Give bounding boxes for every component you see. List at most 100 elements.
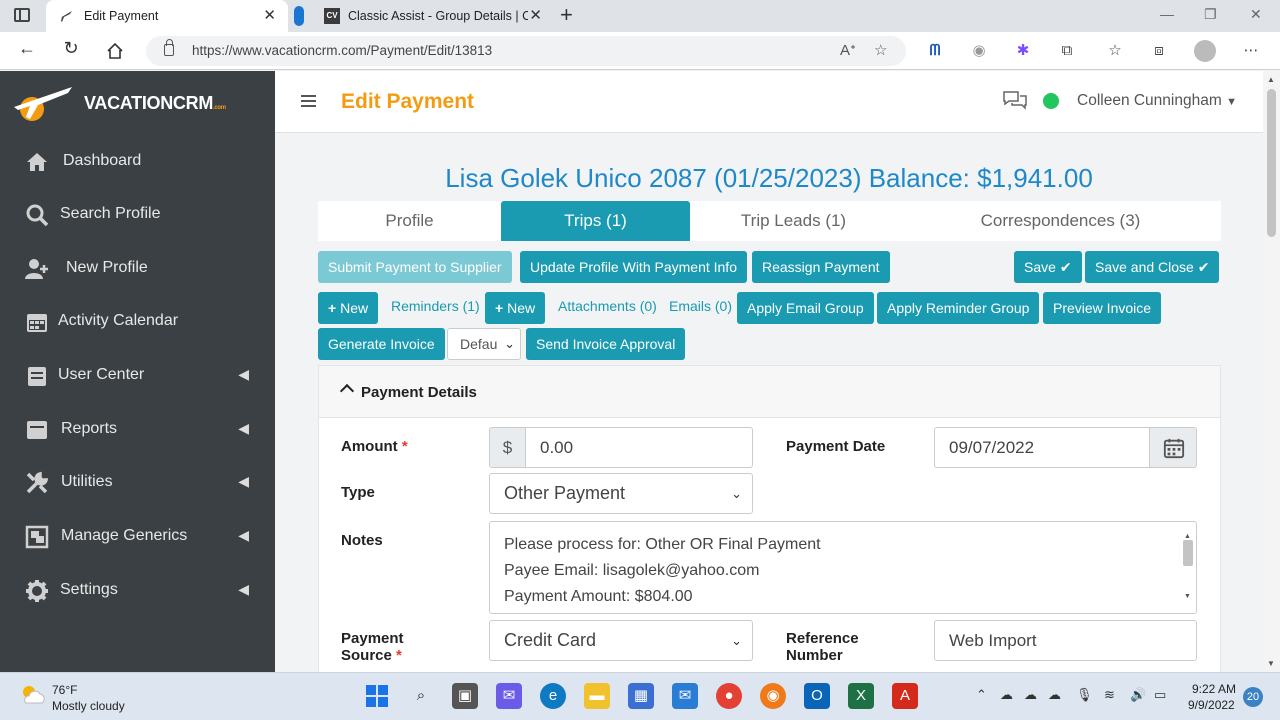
cloud-sync-icon[interactable]: ☁ (1048, 687, 1061, 703)
notes-label: Notes (341, 532, 383, 549)
chat-icon[interactable] (1002, 89, 1028, 111)
notification-badge[interactable]: 20 (1243, 687, 1263, 707)
close-tab-icon[interactable]: ✕ (529, 0, 542, 32)
sidebar-item-activity-calendar[interactable]: Activity Calendar (0, 296, 275, 349)
back-icon[interactable]: ← (14, 38, 40, 59)
windows-start-icon[interactable] (364, 683, 390, 709)
outlook-icon[interactable]: O (804, 683, 830, 709)
preview-invoice-button[interactable]: Preview Invoice (1043, 292, 1162, 324)
user-menu[interactable]: Colleen Cunningham ▼ (1077, 92, 1237, 110)
clock-date[interactable]: 9/9/2022 (1188, 698, 1235, 712)
sidebar-item-label: Reports (61, 420, 118, 437)
reassign-payment-button[interactable]: Reassign Payment (752, 251, 890, 283)
tools-icon (26, 471, 49, 494)
favorite-add-icon[interactable]: ☆ (874, 41, 887, 59)
apply-email-group-button[interactable]: Apply Email Group (737, 292, 874, 324)
more-menu-icon[interactable]: ⋯ (1240, 40, 1262, 62)
emails-link[interactable]: Emails (0) (669, 298, 732, 314)
amount-label: Amount * (341, 438, 408, 455)
firefox-icon[interactable]: ◉ (760, 683, 786, 709)
browser-tab-edit-payment[interactable]: Edit Payment ✕ (46, 0, 288, 32)
page-scrollbar[interactable]: ▲ ▼ (1263, 71, 1280, 672)
clock-time[interactable]: 9:22 AM (1192, 682, 1236, 696)
read-aloud-icon[interactable]: Aᐩ (840, 41, 856, 59)
favorites-icon[interactable]: ☆ (1104, 40, 1126, 62)
submit-payment-to-supplier-button[interactable]: Submit Payment to Supplier (318, 251, 512, 283)
caret-down-icon: ▼ (1226, 96, 1237, 108)
store-icon[interactable]: ▦ (628, 683, 654, 709)
task-view-icon[interactable]: ▣ (452, 683, 478, 709)
reminders-link[interactable]: Reminders (1) (391, 298, 480, 314)
edge-browser-icon[interactable]: e (540, 683, 566, 709)
chrome-icon[interactable]: ● (716, 683, 742, 709)
currency-addon: $ (489, 427, 526, 468)
home-browser-icon[interactable] (106, 42, 124, 60)
tab-trip-leads[interactable]: Trip Leads (1) (690, 201, 897, 241)
notes-scrollbar[interactable]: ▲ ▼ (1182, 524, 1194, 610)
sidebar-item-user-center[interactable]: User Center ◀ (0, 350, 275, 403)
chevron-left-icon: ◀ (238, 420, 249, 436)
acrobat-icon[interactable]: A (892, 683, 918, 709)
type-select[interactable]: Other Payment ⌄ (489, 473, 753, 514)
extension-burst-icon[interactable]: ✱ (1012, 40, 1034, 62)
sidebar-item-utilities[interactable]: Utilities ◀ (0, 457, 275, 510)
date-picker-button[interactable] (1149, 427, 1197, 468)
mail-icon[interactable]: ✉ (672, 683, 698, 709)
tab-correspondences[interactable]: Correspondences (3) (918, 201, 1203, 241)
sidebar-item-search-profile[interactable]: Search Profile (0, 189, 275, 242)
save-and-close-button[interactable]: Save and Close ✔ (1085, 251, 1220, 283)
cloud-icon[interactable]: ☁ (1024, 687, 1037, 703)
minimize-icon[interactable]: — (1160, 6, 1174, 22)
weather-desc: Mostly cloudy (52, 699, 125, 713)
microphone-icon[interactable]: 🎙 (1076, 687, 1093, 703)
new-tab-icon[interactable]: + (560, 2, 573, 28)
panel-header[interactable]: Payment Details (319, 366, 1220, 418)
hamburger-menu-icon[interactable] (301, 95, 316, 107)
url-bar[interactable]: https://www.vacationcrm.com/Payment/Edit… (146, 36, 906, 66)
reference-number-input[interactable]: Web Import (934, 620, 1197, 661)
tab-profile[interactable]: Profile (318, 201, 501, 241)
profile-avatar[interactable] (1194, 40, 1216, 62)
collections-icon[interactable]: ⧈ (1148, 40, 1170, 62)
file-explorer-icon[interactable]: ▬ (584, 683, 610, 709)
update-profile-button[interactable]: Update Profile With Payment Info (520, 251, 747, 283)
notes-textarea[interactable]: Please process for: Other OR Final Payme… (489, 521, 1197, 614)
sidebar-item-settings[interactable]: Settings ◀ (0, 565, 275, 618)
attachments-link[interactable]: Attachments (0) (558, 298, 657, 314)
sidebar-item-new-profile[interactable]: New Profile (0, 243, 275, 296)
search-icon[interactable]: ⌕ (408, 683, 434, 709)
onedrive-icon[interactable]: ☁ (1000, 687, 1013, 703)
refresh-icon[interactable]: ↻ (58, 38, 84, 59)
extension-grey-icon[interactable]: ◉ (968, 40, 990, 62)
battery-icon[interactable]: ▭ (1154, 687, 1166, 703)
payment-date-input[interactable]: 09/07/2022 (934, 427, 1150, 468)
browser-tab-classic-assist[interactable]: CV Classic Assist - Group Details | Cl ✕ (290, 0, 550, 32)
sidebar-item-reports[interactable]: Reports ◀ (0, 404, 275, 457)
tab-trips[interactable]: Trips (1) (501, 201, 690, 241)
page-header: Edit Payment Colleen Cunningham ▼ (275, 71, 1263, 133)
sidebar-item-dashboard[interactable]: Dashboard (0, 136, 275, 189)
invoice-template-select[interactable]: Defau ⌄ (447, 328, 521, 360)
extension-m-icon[interactable]: ᗰ (924, 40, 946, 62)
teams-chat-icon[interactable]: ✉ (496, 683, 522, 709)
close-tab-icon[interactable]: ✕ (263, 0, 276, 32)
extensions-puzzle-icon[interactable]: ⧉ (1056, 40, 1078, 62)
send-invoice-approval-button[interactable]: Send Invoice Approval (526, 328, 686, 360)
new-attachment-button[interactable]: + New (485, 292, 546, 324)
cloudy-weather-icon[interactable] (20, 683, 46, 705)
wifi-icon[interactable]: ≋ (1104, 687, 1115, 703)
excel-icon[interactable]: X (848, 683, 874, 709)
payment-source-select[interactable]: Credit Card ⌄ (489, 620, 753, 661)
tab-actions-icon[interactable] (14, 8, 30, 22)
sidebar-item-manage-generics[interactable]: Manage Generics ◀ (0, 511, 275, 564)
generate-invoice-button[interactable]: Generate Invoice (318, 328, 445, 360)
apply-reminder-group-button[interactable]: Apply Reminder Group (877, 292, 1040, 324)
window-close-icon[interactable]: ✕ (1250, 6, 1262, 23)
new-reminder-button[interactable]: + New (318, 292, 379, 324)
save-button[interactable]: Save ✔ (1014, 251, 1082, 283)
vacationcrm-logo[interactable]: VACATIONCRM.com (12, 81, 262, 125)
amount-input[interactable]: 0.00 (525, 427, 753, 468)
tray-overflow-icon[interactable]: ⌃ (976, 687, 987, 703)
maximize-icon[interactable]: ❐ (1204, 6, 1217, 23)
volume-icon[interactable]: 🔊 (1130, 687, 1146, 703)
